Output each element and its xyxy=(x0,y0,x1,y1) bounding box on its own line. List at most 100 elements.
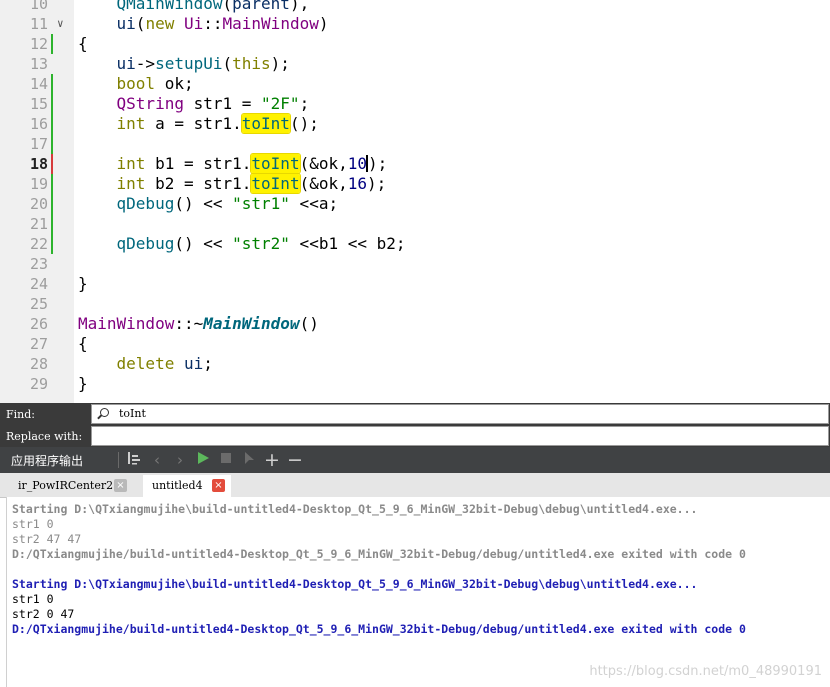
line-number: 22 xyxy=(29,235,48,253)
search-match: toInt xyxy=(241,114,290,133)
code-line[interactable]: 22 qDebug() << "str2" <<b1 << b2; xyxy=(0,234,830,254)
code-text: ui->setupUi(this); xyxy=(116,54,290,73)
zoom-in-icon[interactable]: + xyxy=(262,450,282,470)
line-number: 19 xyxy=(29,175,48,193)
code-text: qDebug() << "str1" <<a; xyxy=(116,194,339,213)
code-line[interactable]: 10 QMainWindow(parent), xyxy=(0,0,830,14)
code-text: delete ui; xyxy=(116,354,213,373)
close-icon[interactable]: × xyxy=(114,479,127,492)
line-number: 10 xyxy=(29,0,48,13)
code-text: ui(new Ui::MainWindow) xyxy=(116,14,329,33)
code-editor[interactable]: 10 QMainWindow(parent), 11 ∨ ui(new Ui::… xyxy=(0,0,830,403)
code-line[interactable]: 29 } xyxy=(0,374,830,394)
replace-label: Replace with: xyxy=(6,430,83,443)
search-match: toInt xyxy=(251,174,300,193)
fold-arrow-icon[interactable]: ∨ xyxy=(57,18,64,30)
change-marker xyxy=(51,174,53,194)
change-marker xyxy=(51,214,53,234)
line-number: 26 xyxy=(29,315,48,333)
code-text: int b2 = str1.toInt(&ok,16); xyxy=(116,174,387,193)
text-cursor xyxy=(366,155,369,172)
tab-untitled4[interactable]: untitled4 × xyxy=(143,475,231,497)
tab-label: ir_PowIRCenter2 xyxy=(18,479,114,492)
code-line[interactable]: 24 } xyxy=(0,274,830,294)
line-number: 12 xyxy=(29,35,48,53)
line-number: 21 xyxy=(29,215,48,233)
code-text: { xyxy=(78,334,88,353)
output-tab-bar: ir_PowIRCenter2 × untitled4 × xyxy=(0,473,830,498)
close-icon[interactable]: × xyxy=(212,479,225,492)
watermark: https://blog.csdn.net/m0_48990191 xyxy=(589,664,822,679)
change-marker xyxy=(51,34,53,54)
prev-icon[interactable]: ‹ xyxy=(147,450,167,470)
line-number: 27 xyxy=(29,335,48,353)
application-output[interactable]: Starting D:\QTxiangmujihe\build-untitled… xyxy=(6,497,830,687)
output-line: D:/QTxiangmujihe/build-untitled4-Desktop… xyxy=(12,547,746,561)
code-line[interactable]: 28 delete ui; xyxy=(0,354,830,374)
replace-input[interactable] xyxy=(91,426,829,446)
output-line: str2 0 47 xyxy=(12,607,75,621)
code-line[interactable]: 26 MainWindow::~MainWindow() xyxy=(0,314,830,334)
line-number: 17 xyxy=(29,135,48,153)
code-line[interactable]: 16 int a = str1.toInt(); xyxy=(0,114,830,134)
code-line[interactable]: 21 xyxy=(0,214,830,234)
code-line[interactable]: 14 bool ok; xyxy=(0,74,830,94)
change-marker xyxy=(51,134,53,154)
code-text: bool ok; xyxy=(116,74,194,93)
find-label: Find: xyxy=(6,408,35,421)
line-number: 29 xyxy=(29,375,48,393)
find-replace-bar: Find: toInt Replace with: xyxy=(0,403,830,447)
code-line-current[interactable]: 18 int b1 = str1.toInt(&ok,10); xyxy=(0,154,830,174)
output-line: Starting D:\QTxiangmujihe\build-untitled… xyxy=(12,577,698,591)
next-icon[interactable]: › xyxy=(170,450,190,470)
code-line[interactable]: 17 xyxy=(0,134,830,154)
code-line[interactable]: 20 qDebug() << "str1" <<a; xyxy=(0,194,830,214)
attach-icon[interactable] xyxy=(239,450,259,470)
line-number: 28 xyxy=(29,355,48,373)
find-input[interactable]: toInt xyxy=(91,404,829,424)
output-pane-title: 应用程序输出 xyxy=(11,454,84,468)
code-text: int a = str1.toInt(); xyxy=(116,114,319,133)
code-text: QString str1 = "2F"; xyxy=(116,94,310,113)
change-marker xyxy=(51,154,53,174)
code-line[interactable]: 15 QString str1 = "2F"; xyxy=(0,94,830,114)
change-marker xyxy=(51,114,53,134)
output-line: str1 0 xyxy=(12,592,54,606)
zoom-out-icon[interactable]: − xyxy=(285,450,305,470)
output-pane-header: 应用程序输出 ‹ › + − xyxy=(0,447,830,473)
line-number: 15 xyxy=(29,95,48,113)
code-line[interactable]: 19 int b2 = str1.toInt(&ok,16); xyxy=(0,174,830,194)
code-text: MainWindow::~MainWindow() xyxy=(78,314,319,333)
code-line[interactable]: 25 xyxy=(0,294,830,314)
code-line[interactable]: 11 ∨ ui(new Ui::MainWindow) xyxy=(0,14,830,34)
line-number: 16 xyxy=(29,115,48,133)
line-number: 11 xyxy=(29,15,48,33)
toolbar-separator xyxy=(118,452,119,468)
tab-label: untitled4 xyxy=(152,479,203,492)
line-number: 18 xyxy=(29,155,48,173)
line-number: 20 xyxy=(29,195,48,213)
run-icon[interactable] xyxy=(193,450,213,470)
output-line: D:/QTxiangmujihe/build-untitled4-Desktop… xyxy=(12,622,746,636)
output-line: Starting D:\QTxiangmujihe\build-untitled… xyxy=(12,502,698,516)
search-icon[interactable] xyxy=(100,408,109,417)
code-line[interactable]: 13 ui->setupUi(this); xyxy=(0,54,830,74)
code-line[interactable]: 12 { xyxy=(0,34,830,54)
line-number: 13 xyxy=(29,55,48,73)
stop-icon[interactable] xyxy=(216,450,236,470)
change-marker xyxy=(51,194,53,214)
code-text: QMainWindow(parent), xyxy=(116,0,310,13)
tab-ir-powircenter2[interactable]: ir_PowIRCenter2 × xyxy=(9,475,135,497)
line-number: 24 xyxy=(29,275,48,293)
code-line[interactable]: 27 { xyxy=(0,334,830,354)
code-line[interactable]: 23 xyxy=(0,254,830,274)
find-input-value: toInt xyxy=(119,407,146,420)
code-text: int b1 = str1.toInt(&ok,10); xyxy=(116,154,388,173)
code-text: qDebug() << "str2" <<b1 << b2; xyxy=(116,234,406,253)
filter-icon[interactable] xyxy=(124,450,144,470)
line-number: 23 xyxy=(29,255,48,273)
search-match: toInt xyxy=(251,154,300,173)
change-marker xyxy=(51,234,53,254)
code-text: { xyxy=(78,34,88,53)
code-text: } xyxy=(78,374,88,393)
